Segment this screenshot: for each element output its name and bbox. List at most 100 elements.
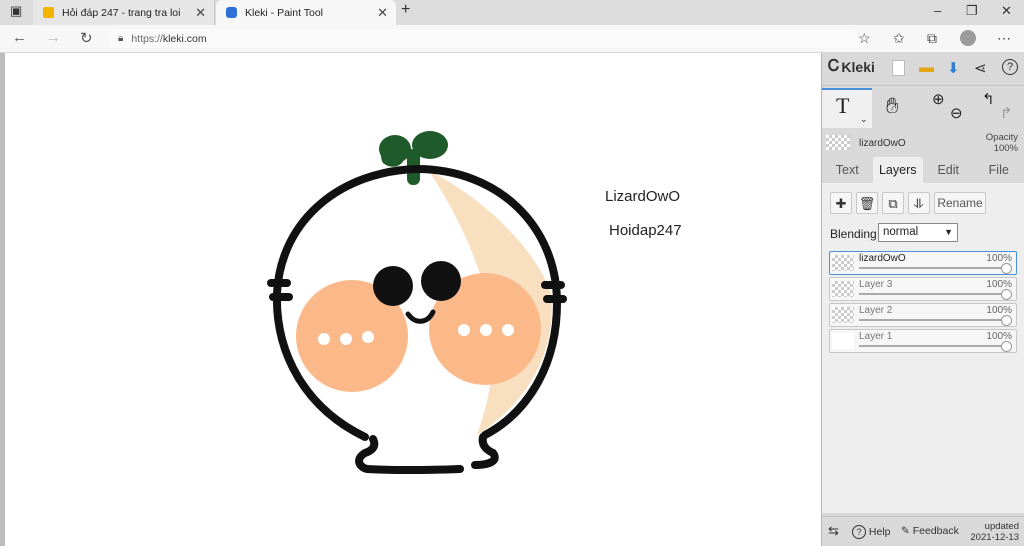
delete-layer-button[interactable]: 🗑︎: [856, 192, 878, 214]
tab-title: Hỏi đáp 247 - trang tra loi: [62, 7, 180, 19]
add-layer-button[interactable]: ✚: [830, 192, 852, 214]
url-field[interactable]: 🔒︎ https://kleki.com: [110, 29, 858, 48]
forward-icon[interactable]: →: [46, 29, 61, 46]
layer-preview-thumb: [826, 135, 850, 150]
cheek-dot: [318, 333, 330, 345]
new-tab-icon[interactable]: +: [401, 1, 410, 19]
updated-date: 2021-12-13: [970, 532, 1019, 543]
hand-tool-icon[interactable]: ✋︎: [886, 93, 899, 119]
swap-side-icon[interactable]: ⇆: [828, 523, 839, 539]
blending-label: Blending: [830, 227, 877, 241]
url-host: kleki.com: [163, 33, 207, 45]
slider-knob[interactable]: [1001, 289, 1012, 300]
reload-icon[interactable]: ↻: [80, 29, 93, 47]
share-icon[interactable]: ⋖: [974, 59, 987, 77]
feedback-icon: ✎: [901, 525, 910, 537]
current-layer-name: lizardOwO: [859, 138, 906, 149]
layer-opacity-slider[interactable]: [859, 345, 1010, 347]
feet-outline: [359, 439, 460, 470]
layer-thumb: [832, 281, 854, 297]
layer-opacity-slider[interactable]: [859, 267, 1010, 269]
close-tab-icon[interactable]: ✕: [195, 5, 206, 21]
help-link[interactable]: ? Help: [852, 525, 891, 539]
slider-knob[interactable]: [1001, 263, 1012, 274]
cheek-dot: [480, 324, 492, 336]
cheek-dot: [362, 331, 374, 343]
profile-avatar[interactable]: [960, 30, 976, 46]
cheek-dot: [458, 324, 470, 336]
help-label: Help: [869, 526, 891, 538]
zoom-out-icon[interactable]: ⊖: [950, 104, 963, 122]
character-drawing: [5, 53, 821, 546]
close-tab-icon[interactable]: ✕: [377, 5, 388, 21]
text-tool-button[interactable]: T ⌄: [822, 88, 872, 128]
blending-value: normal: [883, 226, 918, 238]
layer-name: lizardOwO: [859, 253, 906, 264]
back-icon[interactable]: ←: [12, 29, 27, 46]
layer-thumb: [832, 255, 854, 271]
tab-file[interactable]: File: [974, 157, 1024, 183]
redo-icon[interactable]: ↱: [1000, 104, 1013, 122]
help-icon: ?: [852, 525, 866, 539]
blending-select[interactable]: normal ▼: [878, 223, 958, 242]
feedback-link[interactable]: ✎ Feedback: [901, 525, 959, 537]
layer-opacity-slider[interactable]: [859, 319, 1010, 321]
duplicate-layer-button[interactable]: ⧉: [882, 192, 904, 214]
help-circle-icon[interactable]: ?: [1002, 59, 1018, 75]
layer-item-lizardowo[interactable]: lizardOwO 100%: [829, 251, 1017, 275]
more-menu-icon[interactable]: ⋯: [997, 30, 1011, 47]
browser-tab-bar: ▣ Hỏi đáp 247 - trang tra loi ✕ Kleki - …: [0, 0, 1024, 25]
sidebar-tabs: Text Layers Edit File: [822, 157, 1024, 183]
sidebar-top-row: Ꮯ Kleki ▬ ⬇ ⋖ ?: [822, 53, 1024, 83]
layer-item-1[interactable]: Layer 1 100%: [829, 329, 1017, 353]
favorite-star-icon[interactable]: ☆: [858, 30, 871, 47]
download-icon[interactable]: ⬇: [947, 59, 960, 77]
tab-edit[interactable]: Edit: [923, 157, 974, 183]
tab-layers[interactable]: Layers: [873, 157, 924, 183]
opacity-label: Opacity: [986, 132, 1018, 143]
layer-thumb: [832, 333, 854, 349]
close-window-icon[interactable]: ✕: [1001, 3, 1012, 19]
zoom-in-icon[interactable]: ⊕: [932, 90, 945, 108]
collections-icon[interactable]: ⧉: [927, 30, 937, 47]
rename-button[interactable]: Rename: [934, 192, 986, 214]
layer-name: Layer 3: [859, 279, 892, 290]
tab-text[interactable]: Text: [822, 157, 873, 183]
kleki-sidebar: Ꮯ Kleki ▬ ⬇ ⋖ ? T ⌄ ✋︎ ⊕ ⊖ ↰ ↱ lizardOwO…: [821, 53, 1024, 546]
lock-icon: 🔒︎: [118, 33, 123, 44]
minimize-icon[interactable]: –: [934, 3, 941, 18]
layer-name: Layer 2: [859, 305, 892, 316]
favorites-icon[interactable]: ✩: [893, 30, 905, 47]
chevron-down-icon: ⌄: [860, 114, 868, 125]
merge-layer-button[interactable]: ⥥: [908, 192, 930, 214]
leaf-left-shape: [379, 135, 411, 163]
tab-actions-icon[interactable]: ▣: [10, 3, 22, 19]
text-tool-glyph: T: [836, 93, 849, 119]
kleki-favicon-icon: [226, 7, 237, 18]
canvas-text-lizard: LizardOwO: [605, 188, 680, 205]
sidebar-footer: ⇆ ? Help ✎ Feedback updated 2021-12-13: [822, 516, 1024, 547]
restore-icon[interactable]: ❐: [966, 3, 978, 19]
layer-thumb: [832, 307, 854, 323]
eye-left: [373, 266, 413, 306]
slider-knob[interactable]: [1001, 341, 1012, 352]
mouth: [408, 312, 433, 321]
opacity-display: Opacity 100%: [986, 132, 1018, 154]
updated-info: updated 2021-12-13: [970, 521, 1019, 543]
address-bar-row: ← → ↻ 🔒︎ https://kleki.com ☆ ✩ ⧉ ⋯: [0, 25, 1024, 53]
tab-kleki[interactable]: Kleki - Paint Tool ✕: [216, 0, 396, 25]
drawing-canvas[interactable]: LizardOwO Hoidap247: [0, 53, 821, 546]
slider-knob[interactable]: [1001, 315, 1012, 326]
layer-item-3[interactable]: Layer 3 100%: [829, 277, 1017, 301]
updated-label: updated: [985, 521, 1019, 532]
foot-right: [475, 437, 495, 465]
tools-row: T ⌄ ✋︎ ⊕ ⊖ ↰ ↱: [822, 85, 1024, 128]
undo-icon[interactable]: ↰: [982, 90, 995, 108]
layer-opacity-slider[interactable]: [859, 293, 1010, 295]
open-folder-icon[interactable]: ▬: [919, 59, 934, 76]
tab-hoidap[interactable]: Hỏi đáp 247 - trang tra loi ✕: [33, 0, 215, 25]
layer-item-2[interactable]: Layer 2 100%: [829, 303, 1017, 327]
eye-right: [421, 261, 461, 301]
kleki-logo-icon: Ꮯ: [828, 58, 839, 76]
new-image-icon[interactable]: [892, 60, 905, 76]
